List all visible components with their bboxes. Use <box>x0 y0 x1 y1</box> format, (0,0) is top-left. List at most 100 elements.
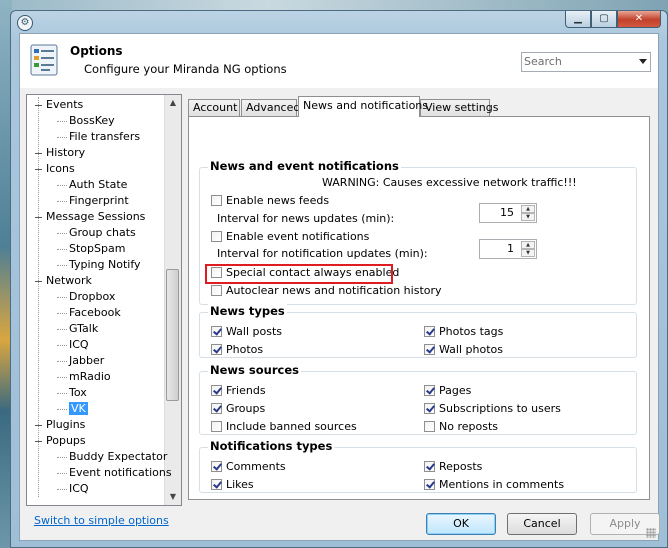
tree-connector <box>57 392 67 394</box>
collapse-icon[interactable] <box>35 168 42 170</box>
tree-connector <box>57 472 67 474</box>
checkbox-reposts[interactable]: Reposts <box>424 459 482 475</box>
checkbox-box[interactable] <box>211 403 222 414</box>
spin-up-icon[interactable]: ▲ <box>521 205 535 213</box>
tree-item[interactable]: ICQ <box>57 337 89 353</box>
collapse-icon[interactable] <box>35 440 42 442</box>
tree-item[interactable]: Group chats <box>57 225 136 241</box>
checkbox-comments[interactable]: Comments <box>211 459 286 475</box>
enable-news-feeds-checkbox[interactable]: Enable news feeds <box>211 193 329 209</box>
checkbox-wall-photos[interactable]: Wall photos <box>424 342 503 358</box>
tree-item[interactable]: BossKey <box>57 113 115 129</box>
checkbox-photos-tags[interactable]: Photos tags <box>424 324 503 340</box>
tree-scrollbar[interactable]: ▲ ▼ <box>164 95 181 505</box>
checkbox-box[interactable] <box>211 479 222 490</box>
tree-item[interactable]: Message Sessions <box>35 209 145 225</box>
cancel-button[interactable]: Cancel <box>507 513 577 535</box>
checkbox-box[interactable] <box>424 479 435 490</box>
tree-item[interactable]: Auth State <box>57 177 127 193</box>
checkbox-groups[interactable]: Groups <box>211 401 265 417</box>
checkbox-box[interactable] <box>211 421 222 432</box>
collapse-icon[interactable] <box>35 280 42 282</box>
tree-item[interactable]: VK <box>57 401 88 417</box>
tree-connector <box>57 376 67 378</box>
close-button[interactable]: ✕ <box>617 11 661 28</box>
checkbox-box[interactable] <box>424 421 435 432</box>
tree-item[interactable]: Dropbox <box>57 289 115 305</box>
tree-item[interactable]: Jabber <box>57 353 104 369</box>
news-interval-spinner[interactable]: 15 ▲ ▼ <box>479 203 537 223</box>
chevron-down-icon[interactable] <box>639 59 647 64</box>
checkbox-box[interactable] <box>211 385 222 396</box>
checkbox-wall-posts[interactable]: Wall posts <box>211 324 282 340</box>
collapse-icon[interactable] <box>35 216 42 218</box>
checkbox-box[interactable] <box>211 326 222 337</box>
tab-view-settings[interactable]: View settings <box>420 99 498 116</box>
title-bar[interactable]: ⚙ ▁ ▢ ✕ <box>11 11 667 33</box>
tree-item-label: Network <box>46 274 92 287</box>
scroll-up-icon[interactable]: ▲ <box>165 95 181 111</box>
checkbox-photos[interactable]: Photos <box>211 342 263 358</box>
minimize-button[interactable]: ▁ <box>565 11 591 28</box>
tree-item[interactable]: GTalk <box>57 321 98 337</box>
checkbox-box[interactable] <box>211 344 222 355</box>
tree-item[interactable]: mRadio <box>57 369 111 385</box>
checkbox-box[interactable] <box>211 231 222 242</box>
tree-item[interactable]: Typing Notify <box>57 257 141 273</box>
tree-item[interactable]: Buddy Expectator <box>57 449 167 465</box>
page-title: Options <box>70 44 123 58</box>
tab-news-and-notifications[interactable]: News and notifications <box>298 96 428 117</box>
tree-item[interactable]: Plugins <box>35 417 85 433</box>
tree-item[interactable]: Icons <box>35 161 75 177</box>
spin-down-icon[interactable]: ▼ <box>521 249 535 257</box>
spin-up-icon[interactable]: ▲ <box>521 241 535 249</box>
options-tree[interactable]: ▲ ▼ Events BossKey File transfers History Ic… <box>26 94 182 506</box>
group-title: News types <box>208 304 287 318</box>
tree-item[interactable]: StopSpam <box>57 241 125 257</box>
tree-item-label: Jabber <box>69 354 105 367</box>
spinner-value[interactable]: 1 <box>507 242 514 255</box>
checkbox-box[interactable] <box>424 461 435 472</box>
tab-account[interactable]: Account <box>188 99 240 116</box>
scrollbar-thumb[interactable] <box>166 269 179 401</box>
tree-item[interactable]: Facebook <box>57 305 121 321</box>
collapse-icon[interactable] <box>35 104 42 106</box>
ok-button[interactable]: OK <box>426 513 496 535</box>
search-combobox[interactable]: Search <box>521 52 651 72</box>
checkbox-box[interactable] <box>211 195 222 206</box>
checkbox-box[interactable] <box>211 285 222 296</box>
tree-item[interactable]: Popups <box>35 433 86 449</box>
spinner-value[interactable]: 15 <box>500 206 514 219</box>
checkbox-pages[interactable]: Pages <box>424 383 471 399</box>
checkbox-friends[interactable]: Friends <box>211 383 266 399</box>
checkbox-subscriptions-to-users[interactable]: Subscriptions to users <box>424 401 561 417</box>
tree-item[interactable]: Events <box>35 97 83 113</box>
tree-item[interactable]: History <box>35 145 85 161</box>
checkbox-box[interactable] <box>424 385 435 396</box>
checkbox-box[interactable] <box>424 344 435 355</box>
tree-item[interactable]: Tox <box>57 385 87 401</box>
maximize-button[interactable]: ▢ <box>591 11 617 28</box>
tree-connector <box>57 136 67 138</box>
checkbox-no-reposts[interactable]: No reposts <box>424 419 498 435</box>
tree-item[interactable]: File transfers <box>57 129 140 145</box>
enable-event-notifications-checkbox[interactable]: Enable event notifications <box>211 229 369 245</box>
tab-advanced[interactable]: Advanced <box>241 99 300 116</box>
checkbox-mentions-in-comments[interactable]: Mentions in comments <box>424 477 564 493</box>
checkbox-likes[interactable]: Likes <box>211 477 254 493</box>
spin-down-icon[interactable]: ▼ <box>521 213 535 221</box>
notification-interval-spinner[interactable]: 1 ▲ ▼ <box>479 239 537 259</box>
checkbox-box[interactable] <box>424 403 435 414</box>
switch-simple-options-link[interactable]: Switch to simple options <box>34 514 169 527</box>
autoclear-checkbox[interactable]: Autoclear news and notification history <box>211 283 442 299</box>
gear-icon[interactable]: ⚙ <box>17 15 33 31</box>
tree-item[interactable]: Fingerprint <box>57 193 129 209</box>
tree-item[interactable]: Network <box>35 273 92 289</box>
scroll-down-icon[interactable]: ▼ <box>165 489 181 505</box>
checkbox-box[interactable] <box>211 461 222 472</box>
checkbox-box[interactable] <box>424 326 435 337</box>
resize-grip[interactable] <box>646 528 656 538</box>
tree-item[interactable]: ICQ <box>57 481 89 497</box>
tree-item[interactable]: Event notifications <box>57 465 172 481</box>
checkbox-include-banned-sources[interactable]: Include banned sources <box>211 419 357 435</box>
